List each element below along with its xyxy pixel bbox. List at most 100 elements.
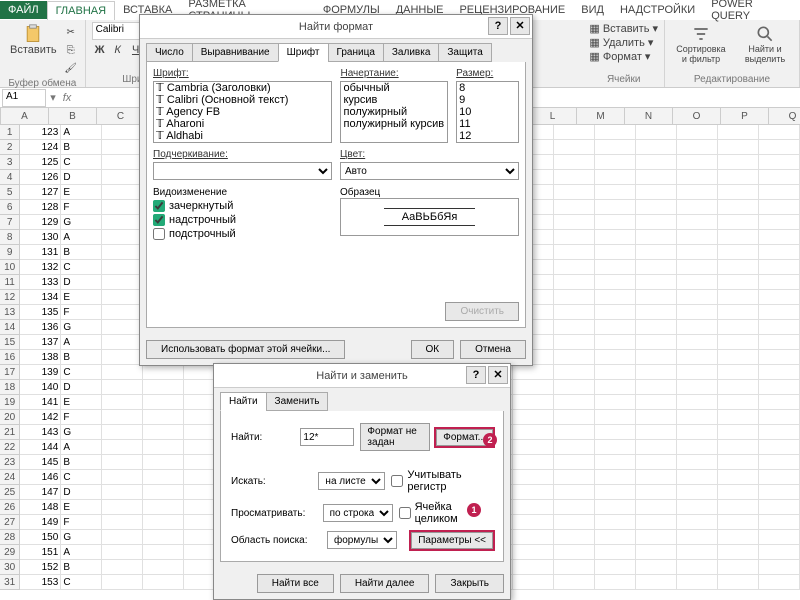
cell[interactable] xyxy=(718,320,759,335)
search-by-select[interactable]: по строкам xyxy=(323,504,393,522)
cell[interactable] xyxy=(759,335,800,350)
cell[interactable] xyxy=(759,200,800,215)
cell[interactable] xyxy=(595,410,636,425)
cell[interactable] xyxy=(143,545,184,560)
cell[interactable] xyxy=(677,305,718,320)
tab-border[interactable]: Граница xyxy=(328,43,384,62)
cell[interactable] xyxy=(102,260,143,275)
cell[interactable] xyxy=(595,530,636,545)
cell[interactable] xyxy=(759,410,800,425)
cell[interactable] xyxy=(759,440,800,455)
row-header[interactable]: 29 xyxy=(0,545,20,560)
row-header[interactable]: 2 xyxy=(0,140,20,155)
cell[interactable] xyxy=(102,290,143,305)
cell[interactable] xyxy=(636,350,677,365)
cell[interactable] xyxy=(636,530,677,545)
cell[interactable] xyxy=(677,170,718,185)
underline-select[interactable] xyxy=(153,162,332,180)
match-case-checkbox[interactable]: Учитывать регистр xyxy=(391,469,493,493)
font-listbox[interactable]: 𝕋 Cambria (Заголовки)𝕋 Calibri (Основной… xyxy=(153,81,332,143)
cell[interactable] xyxy=(595,575,636,590)
cell[interactable] xyxy=(759,155,800,170)
row-header[interactable]: 7 xyxy=(0,215,20,230)
cell[interactable] xyxy=(718,335,759,350)
use-cell-format-button[interactable]: Использовать формат этой ячейки... xyxy=(146,340,345,359)
cell[interactable] xyxy=(554,545,595,560)
cell[interactable]: 144 xyxy=(20,440,61,455)
row-header[interactable]: 30 xyxy=(0,560,20,575)
dialog-titlebar[interactable]: Найти формат ? ✕ xyxy=(140,15,532,39)
cell[interactable] xyxy=(759,245,800,260)
cell[interactable] xyxy=(677,335,718,350)
cell[interactable] xyxy=(513,395,554,410)
cell[interactable]: C xyxy=(61,575,102,590)
cell[interactable] xyxy=(554,290,595,305)
cell[interactable] xyxy=(595,380,636,395)
row-header[interactable]: 11 xyxy=(0,275,20,290)
cell[interactable] xyxy=(513,365,554,380)
cell[interactable] xyxy=(636,545,677,560)
cell[interactable] xyxy=(554,380,595,395)
style-listbox[interactable]: обычныйкурсивполужирныйполужирный курсив xyxy=(340,81,448,143)
row-header[interactable]: 16 xyxy=(0,350,20,365)
cell[interactable] xyxy=(554,440,595,455)
sort-filter-button[interactable]: Сортировка и фильтр xyxy=(671,22,731,66)
cell[interactable] xyxy=(759,470,800,485)
cell[interactable]: A xyxy=(61,545,102,560)
cell[interactable] xyxy=(636,185,677,200)
cell[interactable] xyxy=(102,440,143,455)
row-header[interactable]: 20 xyxy=(0,410,20,425)
row-header[interactable]: 15 xyxy=(0,335,20,350)
cell[interactable] xyxy=(718,425,759,440)
cell[interactable]: D xyxy=(61,380,102,395)
cell[interactable] xyxy=(513,455,554,470)
cell[interactable] xyxy=(636,260,677,275)
cell[interactable] xyxy=(718,260,759,275)
cell[interactable] xyxy=(718,500,759,515)
cell[interactable]: 135 xyxy=(20,305,61,320)
cell[interactable] xyxy=(143,425,184,440)
col-header[interactable]: C xyxy=(97,108,145,125)
cell[interactable] xyxy=(759,140,800,155)
cell[interactable] xyxy=(718,440,759,455)
cell[interactable] xyxy=(143,365,184,380)
col-header[interactable]: P xyxy=(721,108,769,125)
cell[interactable] xyxy=(513,440,554,455)
row-header[interactable]: 28 xyxy=(0,530,20,545)
cell[interactable]: B xyxy=(61,245,102,260)
cell[interactable] xyxy=(102,200,143,215)
tab-home[interactable]: ГЛАВНАЯ xyxy=(47,1,115,20)
cell[interactable]: E xyxy=(61,290,102,305)
cell[interactable]: B xyxy=(61,140,102,155)
cell[interactable] xyxy=(513,575,554,590)
row-header[interactable]: 3 xyxy=(0,155,20,170)
cell[interactable]: A xyxy=(61,125,102,140)
cell[interactable] xyxy=(636,335,677,350)
cell[interactable] xyxy=(595,275,636,290)
cell[interactable] xyxy=(677,515,718,530)
cell[interactable] xyxy=(677,140,718,155)
cell[interactable]: 151 xyxy=(20,545,61,560)
cell[interactable]: C xyxy=(61,470,102,485)
close-button[interactable]: ✕ xyxy=(510,17,530,35)
close-dialog-button[interactable]: Закрыть xyxy=(435,574,504,593)
cell[interactable] xyxy=(759,425,800,440)
cell[interactable] xyxy=(595,305,636,320)
cell[interactable] xyxy=(595,500,636,515)
cell[interactable] xyxy=(102,485,143,500)
cell[interactable] xyxy=(759,125,800,140)
cell[interactable] xyxy=(759,320,800,335)
cell[interactable] xyxy=(677,500,718,515)
cell[interactable] xyxy=(513,545,554,560)
cell[interactable] xyxy=(513,515,554,530)
cell[interactable]: 123 xyxy=(20,125,61,140)
cell[interactable] xyxy=(554,245,595,260)
cell[interactable] xyxy=(102,515,143,530)
cell[interactable] xyxy=(143,485,184,500)
size-listbox[interactable]: 8910111214 xyxy=(456,81,519,143)
name-box[interactable]: A1 xyxy=(2,89,46,107)
cell[interactable] xyxy=(718,380,759,395)
cell[interactable] xyxy=(636,200,677,215)
cell[interactable] xyxy=(636,500,677,515)
cell[interactable] xyxy=(677,530,718,545)
